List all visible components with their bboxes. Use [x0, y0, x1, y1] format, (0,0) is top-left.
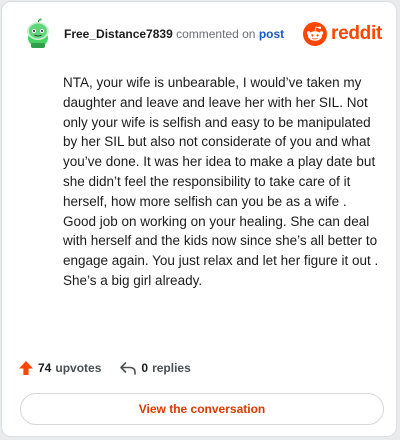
comment-header: Free_Distance7839 commented on post redd…: [16, 16, 382, 52]
view-conversation-button[interactable]: View the conversation: [20, 393, 384, 425]
comment-body: NTA, your wife is unbearable, I would’ve…: [63, 75, 379, 288]
brand-name: reddit: [331, 23, 382, 44]
upvote-arrow-icon: [18, 360, 34, 376]
reddit-logo-icon: [303, 22, 328, 46]
comment-card: Free_Distance7839 commented on post redd…: [1, 1, 397, 437]
reddit-brand[interactable]: reddit: [303, 20, 382, 48]
upvotes-count: 74: [38, 361, 52, 375]
upvotes-stat[interactable]: 74 upvotes: [18, 360, 101, 376]
comment-meta: Free_Distance7839 commented on post: [64, 27, 284, 41]
reply-arrow-icon: [119, 360, 137, 376]
username[interactable]: Free_Distance7839: [64, 27, 173, 41]
comment-stats: 74 upvotes 0 replies: [18, 358, 191, 378]
user-avatar[interactable]: [22, 18, 54, 50]
upvotes-label: upvotes: [55, 361, 102, 375]
replies-stat[interactable]: 0 replies: [119, 360, 191, 376]
replies-count: 0: [141, 361, 149, 375]
post-link[interactable]: post: [259, 27, 284, 41]
replies-label: replies: [152, 361, 191, 375]
action-text: commented on: [176, 27, 256, 41]
snoo-avatar-icon: [27, 18, 49, 48]
